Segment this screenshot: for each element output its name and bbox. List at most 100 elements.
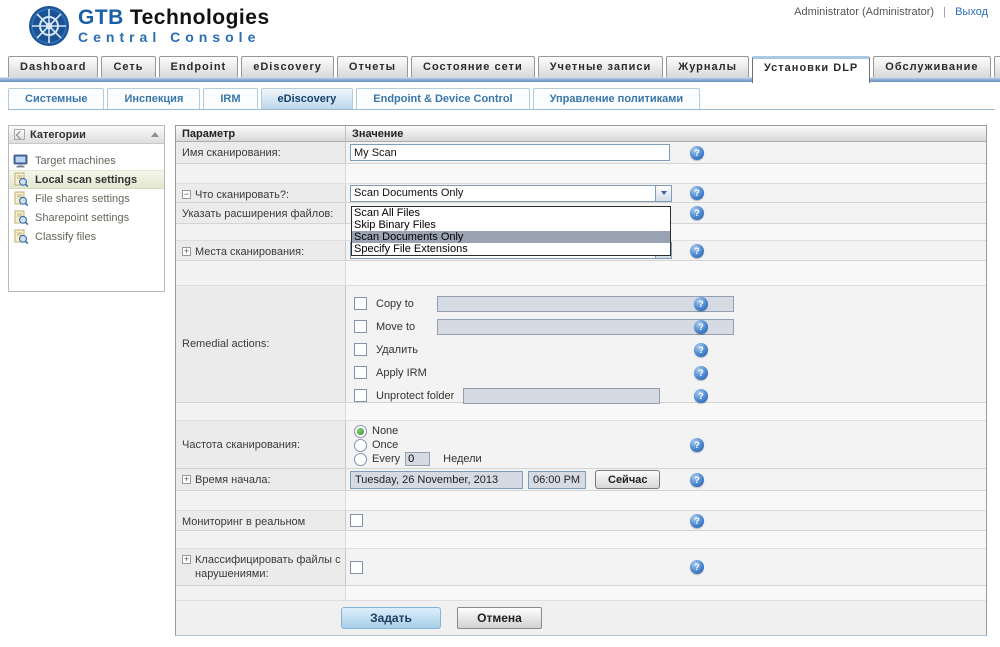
frequency-weeks-label: Недели: [443, 453, 482, 465]
option-skip-binary-files[interactable]: Skip Binary Files: [352, 219, 670, 231]
scan-settings-icon: [13, 172, 29, 188]
remedial-copy-to-row: Copy to ?: [350, 292, 986, 315]
frequency-every-radio[interactable]: [354, 453, 367, 466]
help-icon[interactable]: ?: [690, 206, 704, 220]
expand-toggle-icon[interactable]: +: [182, 247, 191, 256]
sidebar-item-file-shares-settings[interactable]: File shares settings: [9, 189, 164, 208]
apply-irm-checkbox[interactable]: [354, 366, 367, 379]
help-icon[interactable]: ?: [694, 366, 708, 380]
remedial-delete-row: Удалить ?: [350, 338, 986, 361]
frequency-none-row: None: [350, 424, 982, 438]
delete-checkbox[interactable]: [354, 343, 367, 356]
what-to-scan-select[interactable]: Scan Documents Only Scan All Files Skip …: [350, 185, 672, 202]
collapse-panel-arrow-icon[interactable]: [151, 132, 159, 137]
tab-dlp-settings[interactable]: Установки DLP: [752, 56, 870, 83]
row-realtime-monitoring: Мониторинг в реальном времени: ?: [176, 511, 986, 531]
option-specify-file-extensions[interactable]: Specify File Extensions: [352, 243, 670, 255]
categories-panel: Категории Target machines Local scan set…: [8, 125, 165, 292]
remedial-unprotect-row: Unprotect folder ?: [350, 384, 986, 407]
sidebar-item-target-machines[interactable]: Target machines: [9, 151, 164, 170]
frequency-none-label: None: [372, 425, 398, 437]
frequency-interval-input[interactable]: [405, 452, 430, 466]
expand-toggle-icon[interactable]: +: [182, 555, 191, 564]
scan-name-label: Имя сканирования:: [176, 142, 346, 163]
subtab-irm[interactable]: IRM: [203, 88, 257, 109]
tab-help[interactable]: Помощь: [994, 56, 1000, 77]
sidebar-item-local-scan-settings[interactable]: Local scan settings: [9, 170, 164, 189]
cancel-button[interactable]: Отмена: [457, 607, 542, 629]
remedial-move-to-row: Move to ?: [350, 315, 986, 338]
gtb-logo: GTBTechnologies Central Console: [28, 5, 270, 47]
subtab-endpoint-device-control[interactable]: Endpoint & Device Control: [356, 88, 529, 109]
realtime-monitoring-checkbox[interactable]: [350, 514, 363, 527]
column-header-value: Значение: [346, 126, 986, 141]
tab-network-status[interactable]: Состояние сети: [411, 56, 535, 77]
help-icon[interactable]: ?: [694, 389, 708, 403]
main-tab-bar: Dashboard Сеть Endpoint eDiscovery Отчет…: [0, 56, 1000, 82]
help-icon[interactable]: ?: [694, 297, 708, 311]
tab-dashboard[interactable]: Dashboard: [8, 56, 98, 77]
subtab-policy-management[interactable]: Управление политиками: [533, 88, 701, 109]
tab-network[interactable]: Сеть: [101, 56, 155, 77]
remedial-apply-irm-row: Apply IRM ?: [350, 361, 986, 384]
copy-to-checkbox[interactable]: [354, 297, 367, 310]
scan-name-input[interactable]: [350, 144, 670, 161]
subtab-inspection[interactable]: Инспекция: [107, 88, 200, 109]
start-date-input[interactable]: [350, 471, 523, 489]
page: GTBTechnologies Central Console Administ…: [0, 0, 1000, 647]
subtab-ediscovery[interactable]: eDiscovery: [261, 88, 354, 109]
sidebar-item-classify-files[interactable]: Classify files: [9, 227, 164, 246]
move-to-label: Move to: [376, 321, 428, 333]
sidebar-item-label: Sharepoint settings: [35, 212, 129, 224]
now-button[interactable]: Сейчас: [595, 470, 660, 489]
scan-settings-icon: [13, 210, 29, 226]
logout-link[interactable]: Выход: [955, 6, 988, 18]
what-to-scan-selected-value: Scan Documents Only: [351, 187, 655, 199]
frequency-once-row: Once: [350, 438, 982, 452]
help-icon[interactable]: ?: [690, 186, 704, 200]
categories-list: Target machines Local scan settings File…: [9, 144, 164, 246]
frequency-every-row: Every Недели: [350, 452, 982, 466]
expand-toggle-icon[interactable]: +: [182, 475, 191, 484]
tab-journals[interactable]: Журналы: [666, 56, 749, 77]
help-icon[interactable]: ?: [694, 343, 708, 357]
frequency-none-radio[interactable]: [354, 425, 367, 438]
submit-button[interactable]: Задать: [341, 607, 441, 629]
unprotect-folder-label: Unprotect folder: [376, 390, 454, 402]
tab-endpoint[interactable]: Endpoint: [159, 56, 239, 77]
move-to-checkbox[interactable]: [354, 320, 367, 333]
categories-panel-icon: [14, 129, 25, 140]
unprotect-folder-input[interactable]: [463, 388, 660, 404]
subtab-system[interactable]: Системные: [8, 88, 104, 109]
sidebar-item-sharepoint-settings[interactable]: Sharepoint settings: [9, 208, 164, 227]
dropdown-arrow-button[interactable]: [655, 186, 671, 201]
option-scan-all-files[interactable]: Scan All Files: [352, 207, 670, 219]
help-icon[interactable]: ?: [690, 560, 704, 574]
help-icon[interactable]: ?: [690, 244, 704, 258]
tab-accounts[interactable]: Учетные записи: [538, 56, 664, 77]
row-scan-frequency: Частота сканирования: None Once Every Не…: [176, 421, 986, 469]
ship-wheel-logo-icon: [28, 5, 70, 47]
tab-maintenance[interactable]: Обслуживание: [873, 56, 990, 77]
collapse-toggle-icon[interactable]: −: [182, 190, 191, 199]
option-scan-documents-only[interactable]: Scan Documents Only: [352, 231, 670, 243]
help-icon[interactable]: ?: [694, 320, 708, 334]
frequency-once-radio[interactable]: [354, 439, 367, 452]
copy-to-path-input[interactable]: [437, 296, 734, 312]
brand-gtb: GTB: [78, 6, 124, 29]
scan-settings-icon: [13, 191, 29, 207]
scan-locations-label: Места сканирования:: [195, 245, 304, 259]
move-to-path-input[interactable]: [437, 319, 734, 335]
help-icon[interactable]: ?: [690, 514, 704, 528]
help-icon[interactable]: ?: [690, 473, 704, 487]
unprotect-folder-checkbox[interactable]: [354, 389, 367, 402]
help-icon[interactable]: ?: [690, 438, 704, 452]
brand-technologies: Technologies: [130, 6, 270, 29]
sidebar-item-label: Target machines: [35, 155, 116, 167]
tab-ediscovery[interactable]: eDiscovery: [241, 56, 334, 77]
help-icon[interactable]: ?: [690, 146, 704, 160]
tab-reports[interactable]: Отчеты: [337, 56, 408, 77]
start-time-input[interactable]: [528, 471, 586, 489]
spacer-row: [176, 491, 986, 511]
classify-files-checkbox[interactable]: [350, 561, 363, 574]
